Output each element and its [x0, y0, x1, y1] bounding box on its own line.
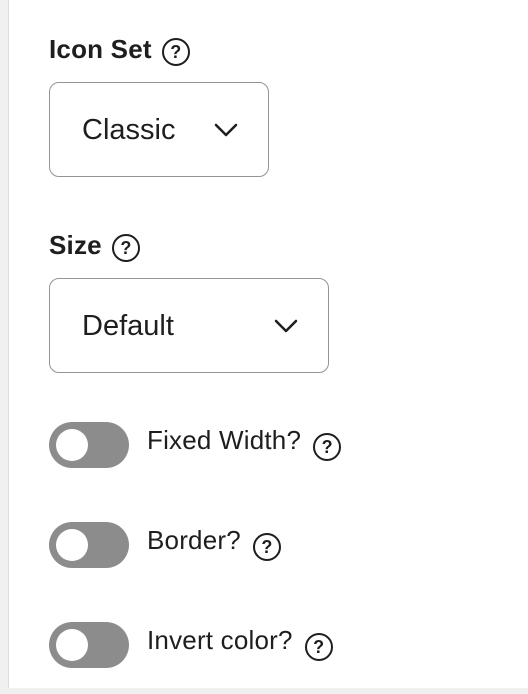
icon-set-select[interactable]: Classic [49, 82, 269, 177]
bottom-divider [0, 688, 528, 694]
settings-panel: Icon Set ? Classic Size ? Default Fixed … [8, 0, 528, 688]
border-label: Border? [147, 525, 241, 555]
icon-set-selected-value: Classic [82, 113, 176, 146]
border-row: Border? ? [49, 522, 281, 568]
size-help-icon[interactable]: ? [111, 234, 140, 262]
invert-color-label: Invert color? [147, 625, 293, 655]
invert-color-row: Invert color? ? [49, 622, 333, 668]
fixed-width-row: Fixed Width? ? [49, 422, 342, 468]
invert-color-toggle[interactable] [49, 622, 129, 668]
size-label: Size [49, 230, 102, 260]
fixed-width-help-icon[interactable]: ? [313, 433, 342, 461]
fixed-width-toggle[interactable] [49, 422, 129, 468]
border-toggle[interactable] [49, 522, 129, 568]
icon-set-label: Icon Set [49, 34, 152, 64]
toggle-knob [56, 429, 88, 461]
size-select[interactable]: Default [49, 278, 329, 373]
chevron-down-icon [214, 123, 238, 136]
icon-set-label-row: Icon Set ? [49, 32, 190, 66]
fixed-width-label: Fixed Width? [147, 425, 302, 455]
invert-color-help-icon[interactable]: ? [304, 633, 333, 661]
chevron-down-icon [274, 319, 298, 332]
border-help-icon[interactable]: ? [252, 533, 281, 561]
size-selected-value: Default [82, 309, 174, 342]
toggle-knob [56, 529, 88, 561]
size-label-row: Size ? [49, 228, 140, 262]
icon-set-help-icon[interactable]: ? [161, 38, 190, 66]
toggle-knob [56, 629, 88, 661]
